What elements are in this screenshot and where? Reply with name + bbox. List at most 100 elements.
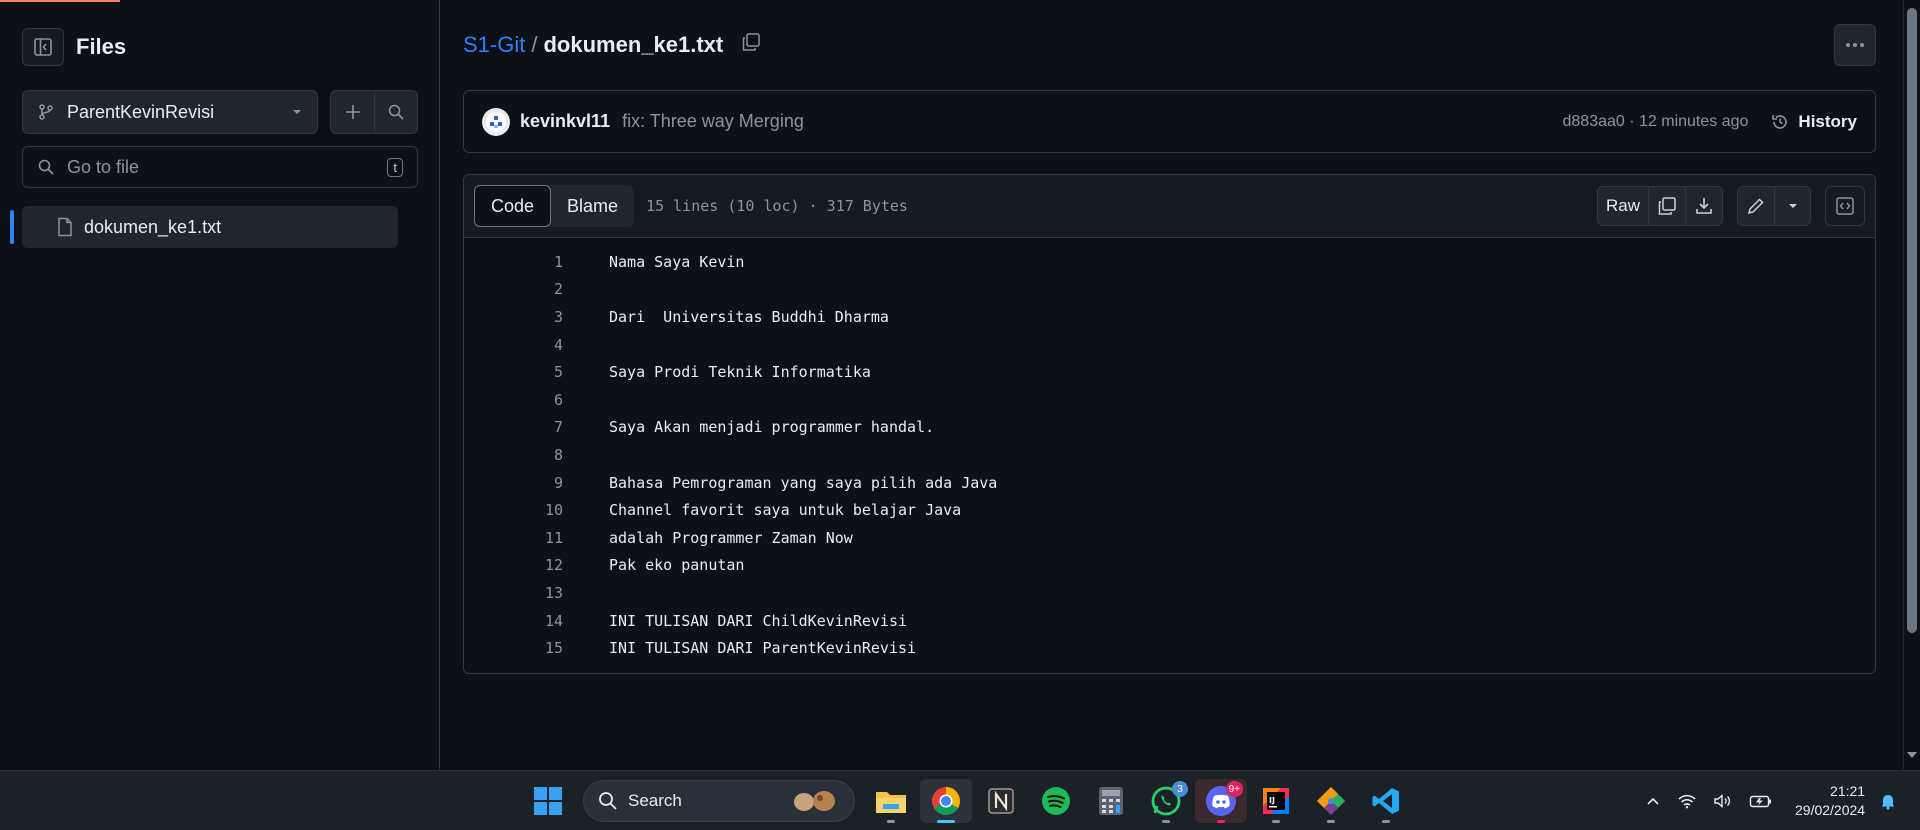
code-line: 8 — [464, 441, 1875, 469]
branch-icon — [39, 104, 53, 120]
go-to-file-input[interactable] — [67, 156, 388, 178]
file-explorer-icon[interactable] — [865, 779, 917, 823]
volume-icon[interactable] — [1713, 793, 1733, 809]
collapse-sidebar-icon[interactable] — [22, 28, 64, 66]
taskbar-search-box[interactable]: Search — [583, 780, 855, 822]
notion-icon[interactable] — [975, 779, 1027, 823]
file-icon — [58, 217, 72, 237]
vscode-icon[interactable] — [1360, 779, 1412, 823]
spotify-icon[interactable] — [1030, 779, 1082, 823]
line-content: Channel favorit saya untuk belajar Java — [609, 501, 962, 520]
line-number[interactable]: 9 — [464, 474, 563, 492]
line-number[interactable]: 11 — [464, 529, 563, 547]
search-icon — [599, 792, 617, 810]
line-number[interactable]: 4 — [464, 336, 563, 354]
code-line: 11 adalah Programmer Zaman Now — [464, 524, 1875, 552]
chevron-down-icon — [293, 110, 301, 114]
line-number[interactable]: 2 — [464, 280, 563, 298]
git-tool-icon[interactable] — [1305, 779, 1357, 823]
whatsapp-icon[interactable]: 3 — [1140, 779, 1192, 823]
line-number[interactable]: 6 — [464, 391, 563, 409]
file-tree-item[interactable]: dokumen_ke1.txt — [22, 206, 398, 248]
taskbar-apps: Search 3 9+ IJ — [522, 779, 1415, 823]
history-button[interactable]: History — [1770, 112, 1857, 132]
line-number[interactable]: 15 — [464, 639, 563, 657]
sidebar-title: Files — [76, 34, 127, 59]
branch-selector-button[interactable]: ParentKevinRevisi — [22, 90, 318, 134]
windows-taskbar: Search 3 9+ IJ 21:21 29/02/2024 — [0, 770, 1920, 830]
code-line: 15 INI TULISAN DARI ParentKevinRevisi — [464, 634, 1875, 662]
line-number[interactable]: 8 — [464, 446, 563, 464]
code-line: 6 — [464, 386, 1875, 414]
search-icon[interactable] — [374, 91, 417, 133]
page-scrollbar[interactable] — [1903, 0, 1920, 770]
file-meta-info: 15 lines (10 loc) · 317 Bytes — [646, 197, 908, 215]
line-number[interactable]: 14 — [464, 612, 563, 630]
code-line: 13 — [464, 579, 1875, 607]
edit-options-chevron-icon[interactable] — [1774, 187, 1810, 225]
line-content: Saya Akan menjadi programmer handal. — [609, 418, 935, 437]
line-number[interactable]: 5 — [464, 363, 563, 381]
chevron-up-icon[interactable] — [1645, 793, 1661, 809]
breadcrumb-separator: / — [531, 32, 538, 57]
symbols-panel-icon[interactable] — [1825, 186, 1865, 226]
line-number[interactable]: 7 — [464, 418, 563, 436]
scrollbar-thumb[interactable] — [1907, 8, 1917, 633]
file-tree-sidebar: Files ParentKevinRevisi t dokumen_ke1.tx… — [0, 0, 440, 770]
scroll-down-arrow-icon[interactable] — [1907, 752, 1917, 758]
add-file-icon[interactable] — [331, 91, 374, 133]
more-options-icon[interactable] — [1834, 24, 1876, 66]
search-icon — [38, 159, 54, 175]
copy-path-icon[interactable] — [741, 32, 761, 58]
history-icon — [1772, 114, 1788, 129]
line-number[interactable]: 12 — [464, 556, 563, 574]
intellij-icon[interactable]: IJ — [1250, 779, 1302, 823]
system-clock[interactable]: 21:21 29/02/2024 — [1795, 782, 1865, 820]
code-line: 1 Nama Saya Kevin — [464, 248, 1875, 276]
search-highlight-icon — [794, 791, 835, 811]
line-content: Nama Saya Kevin — [609, 252, 745, 271]
raw-button[interactable]: Raw — [1598, 187, 1648, 225]
line-content: adalah Programmer Zaman Now — [609, 528, 853, 547]
wifi-icon[interactable] — [1677, 793, 1697, 809]
breadcrumb: S1-Git / dokumen_ke1.txt — [463, 32, 761, 58]
line-content: Pak eko panutan — [609, 556, 745, 575]
go-to-file-field[interactable]: t — [22, 146, 418, 188]
tab-blame[interactable]: Blame — [551, 185, 634, 227]
edit-actions-group — [1737, 186, 1811, 226]
line-content: Saya Prodi Teknik Informatika — [609, 363, 871, 382]
start-menu-icon[interactable] — [522, 779, 574, 823]
notification-bell-icon[interactable] — [1879, 792, 1897, 810]
svg-text:IJ: IJ — [1269, 796, 1275, 805]
avatar[interactable] — [482, 107, 510, 136]
commit-sha-time[interactable]: d883aa0 · 12 minutes ago — [1563, 113, 1749, 131]
branch-row: ParentKevinRevisi — [22, 90, 418, 134]
line-number[interactable]: 13 — [464, 584, 563, 602]
active-file-marker — [10, 210, 14, 244]
code-line: 4 — [464, 331, 1875, 359]
code-viewer: Code Blame 15 lines (10 loc) · 317 Bytes… — [463, 174, 1876, 674]
commit-message-link[interactable]: fix: Three way Merging — [622, 111, 804, 132]
branch-name: ParentKevinRevisi — [67, 101, 215, 122]
commit-author-link[interactable]: kevinkvl11 — [520, 111, 610, 132]
download-icon[interactable] — [1685, 187, 1722, 225]
sidebar-actions — [330, 90, 418, 134]
breadcrumb-repo-link[interactable]: S1-Git — [463, 32, 525, 58]
line-number[interactable]: 3 — [464, 308, 563, 326]
line-content: INI TULISAN DARI ChildKevinRevisi — [609, 611, 908, 630]
breadcrumb-file-name: dokumen_ke1.txt — [543, 32, 724, 57]
edit-pencil-icon[interactable] — [1738, 187, 1774, 225]
code-line: 9 Bahasa Pemrograman yang saya pilih ada … — [464, 469, 1875, 497]
tab-code[interactable]: Code — [474, 185, 552, 227]
line-number[interactable]: 1 — [464, 253, 563, 271]
copy-raw-icon[interactable] — [1648, 187, 1685, 225]
chrome-icon[interactable] — [920, 779, 972, 823]
discord-icon[interactable]: 9+ — [1195, 779, 1247, 823]
history-label: History — [1798, 111, 1857, 131]
code-toolbar: Code Blame 15 lines (10 loc) · 317 Bytes… — [464, 175, 1875, 238]
shortcut-key-badge: t — [387, 157, 403, 177]
calculator-icon[interactable] — [1085, 779, 1137, 823]
line-number[interactable]: 10 — [464, 501, 563, 519]
code-line: 14 INI TULISAN DARI ChildKevinRevisi — [464, 607, 1875, 635]
battery-icon[interactable] — [1749, 793, 1773, 809]
